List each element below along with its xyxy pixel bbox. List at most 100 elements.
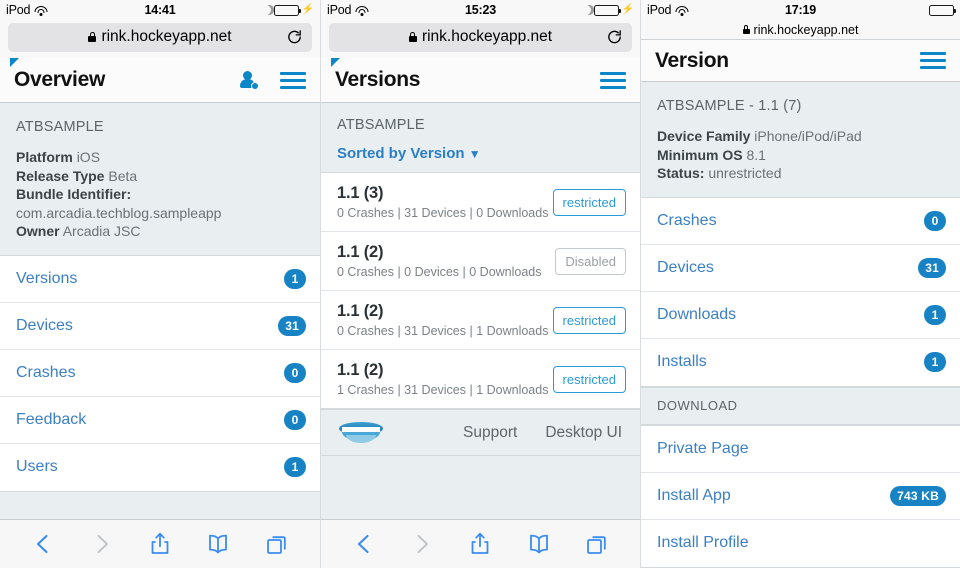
- sidebar-item-install-profile[interactable]: Install Profile: [641, 519, 960, 567]
- list-item-label: Users: [16, 458, 58, 475]
- sidebar-item-crashes[interactable]: Crashes 0: [641, 197, 960, 245]
- sidebar-item-devices[interactable]: Devices 31: [641, 244, 960, 292]
- browser-url-bar-compact[interactable]: rink.hockeyapp.net: [641, 20, 960, 40]
- download-section-header: DOWNLOAD: [641, 386, 960, 425]
- browser-url-bar[interactable]: rink.hockeyapp.net: [321, 20, 640, 58]
- versions-subheader: ATBSAMPLE Sorted by Version ▼: [321, 103, 640, 172]
- list-item-label: Private Page: [657, 439, 749, 457]
- panel-version-detail: iPod 17:19 rink.hockeyapp.net Version AT…: [640, 0, 960, 568]
- version-info-block: ATBSAMPLE - 1.1 (7) Device Family iPhone…: [641, 82, 960, 197]
- table-row[interactable]: 1.1 (2) 0 Crashes | 0 Devices | 0 Downlo…: [321, 232, 640, 291]
- list-item-label: Devices: [16, 316, 73, 334]
- sidebar-item-install-app[interactable]: Install App 743 KB: [641, 472, 960, 520]
- url-text: rink.hockeyapp.net: [421, 28, 553, 45]
- battery-icon: [273, 4, 301, 16]
- sidebar-item-feedback[interactable]: Feedback 0: [0, 396, 320, 444]
- sidebar-item-versions[interactable]: Versions 1: [0, 255, 320, 303]
- status-bar: iPod 17:19: [641, 0, 960, 20]
- table-row[interactable]: 1.1 (2) 1 Crashes | 31 Devices | 1 Downl…: [321, 350, 640, 408]
- url-field[interactable]: rink.hockeyapp.net: [8, 22, 312, 52]
- hamburger-menu-icon[interactable]: [280, 71, 306, 89]
- version-status-button[interactable]: restricted: [552, 188, 626, 216]
- lock-icon: [88, 32, 97, 42]
- person-settings-icon[interactable]: [238, 70, 259, 90]
- version-stats: 0 Crashes | 0 Devices | 0 Downloads: [337, 265, 542, 279]
- version-title: 1.1 (2): [337, 302, 384, 320]
- app-info-block: ATBSAMPLE Platform iOS Release Type Beta…: [0, 103, 320, 255]
- app-name-label: ATBSAMPLE - 1.1 (7): [657, 98, 802, 114]
- navbar-actions: [600, 71, 626, 89]
- charging-bolt-icon: ⚡: [301, 4, 314, 15]
- reload-icon[interactable]: [606, 29, 623, 46]
- list-item-label: Install Profile: [657, 534, 749, 551]
- reload-icon[interactable]: [286, 29, 303, 46]
- bookmarks-book-icon[interactable]: [206, 531, 230, 557]
- list-item-label: Install App: [657, 486, 731, 504]
- version-stats-list: Crashes 0 Devices 31 Downloads 1 Install…: [641, 196, 960, 387]
- url-field[interactable]: rink.hockeyapp.net: [329, 22, 632, 52]
- meta-label: Minimum OS: [657, 146, 743, 163]
- sidebar-item-downloads[interactable]: Downloads 1: [641, 291, 960, 339]
- status-badge: 31: [278, 315, 306, 336]
- hamburger-menu-icon[interactable]: [600, 71, 626, 89]
- page-title: Versions: [335, 68, 421, 91]
- sidebar-item-private-page[interactable]: Private Page: [641, 425, 960, 473]
- page-title: Overview: [14, 68, 105, 91]
- version-stats: 0 Crashes | 31 Devices | 1 Downloads: [337, 324, 549, 338]
- do-not-disturb-moon-icon: [259, 4, 272, 17]
- table-row[interactable]: 1.1 (3) 0 Crashes | 31 Devices | 0 Downl…: [321, 173, 640, 232]
- bookmarks-book-icon[interactable]: [527, 531, 551, 557]
- list-item-label: Crashes: [657, 211, 717, 229]
- battery-icon: [929, 4, 956, 16]
- share-icon[interactable]: [468, 531, 492, 557]
- version-stats: 0 Crashes | 31 Devices | 0 Downloads: [337, 206, 549, 220]
- sidebar-item-crashes[interactable]: Crashes 0: [0, 349, 320, 397]
- version-status-button[interactable]: restricted: [552, 365, 626, 393]
- sidebar-item-installs[interactable]: Installs 1: [641, 338, 960, 386]
- browser-url-bar[interactable]: rink.hockeyapp.net: [0, 20, 320, 58]
- hamburger-menu-icon[interactable]: [920, 52, 946, 69]
- back-chevron-icon[interactable]: [31, 531, 55, 557]
- version-stats: 1 Crashes | 31 Devices | 1 Downloads: [337, 383, 549, 397]
- sidebar-item-devices[interactable]: Devices 31: [0, 302, 320, 350]
- meta-row: Release Type Beta: [16, 167, 304, 186]
- meta-row: Platform iOS: [16, 148, 304, 167]
- sort-by-version-button[interactable]: Sorted by Version ▼: [337, 145, 624, 162]
- back-chevron-icon[interactable]: [352, 531, 376, 557]
- version-title: 1.1 (2): [337, 243, 384, 261]
- app-navbar: Versions: [321, 58, 640, 103]
- version-status-button[interactable]: Disabled: [555, 247, 626, 275]
- version-status-button[interactable]: restricted: [552, 306, 626, 334]
- tabs-icon[interactable]: [585, 531, 609, 557]
- url-text: rink.hockeyapp.net: [753, 22, 859, 37]
- version-text: 1.1 (2) 1 Crashes | 31 Devices | 1 Downl…: [337, 361, 548, 397]
- list-item-label: Devices: [657, 258, 714, 276]
- status-bar-right: [929, 4, 956, 16]
- version-text: 1.1 (3) 0 Crashes | 31 Devices | 0 Downl…: [337, 184, 548, 220]
- navbar-actions: [238, 70, 306, 90]
- status-badge: 0: [284, 362, 306, 383]
- sidebar-item-users[interactable]: Users 1: [0, 443, 320, 491]
- status-bar: iPod 14:41 ⚡: [0, 0, 320, 20]
- table-row[interactable]: 1.1 (2) 0 Crashes | 31 Devices | 1 Downl…: [321, 291, 640, 350]
- versions-list: 1.1 (3) 0 Crashes | 31 Devices | 0 Downl…: [321, 172, 640, 409]
- page-footer: Support Desktop UI: [321, 409, 640, 456]
- panel-content: ATBSAMPLE Sorted by Version ▼ 1.1 (3) 0 …: [321, 103, 640, 519]
- meta-value: iOS: [76, 149, 101, 165]
- support-link[interactable]: Support: [463, 424, 517, 442]
- tabs-icon[interactable]: [265, 531, 289, 557]
- status-bar-clock: 17:19: [785, 3, 816, 17]
- chevron-down-icon: ▼: [468, 147, 481, 161]
- meta-label: Platform: [16, 149, 73, 165]
- list-item-label: Crashes: [16, 363, 76, 381]
- charging-bolt-icon: ⚡: [621, 4, 634, 15]
- share-icon[interactable]: [148, 531, 172, 557]
- lock-icon: [742, 25, 750, 34]
- status-badge: 31: [918, 257, 946, 278]
- corner-triangle-marker: [10, 58, 19, 67]
- forward-chevron-icon[interactable]: [90, 531, 114, 557]
- battery-icon: [593, 4, 621, 16]
- forward-chevron-icon[interactable]: [410, 531, 434, 557]
- desktop-ui-link[interactable]: Desktop UI: [545, 424, 622, 442]
- meta-label: Status:: [657, 165, 705, 181]
